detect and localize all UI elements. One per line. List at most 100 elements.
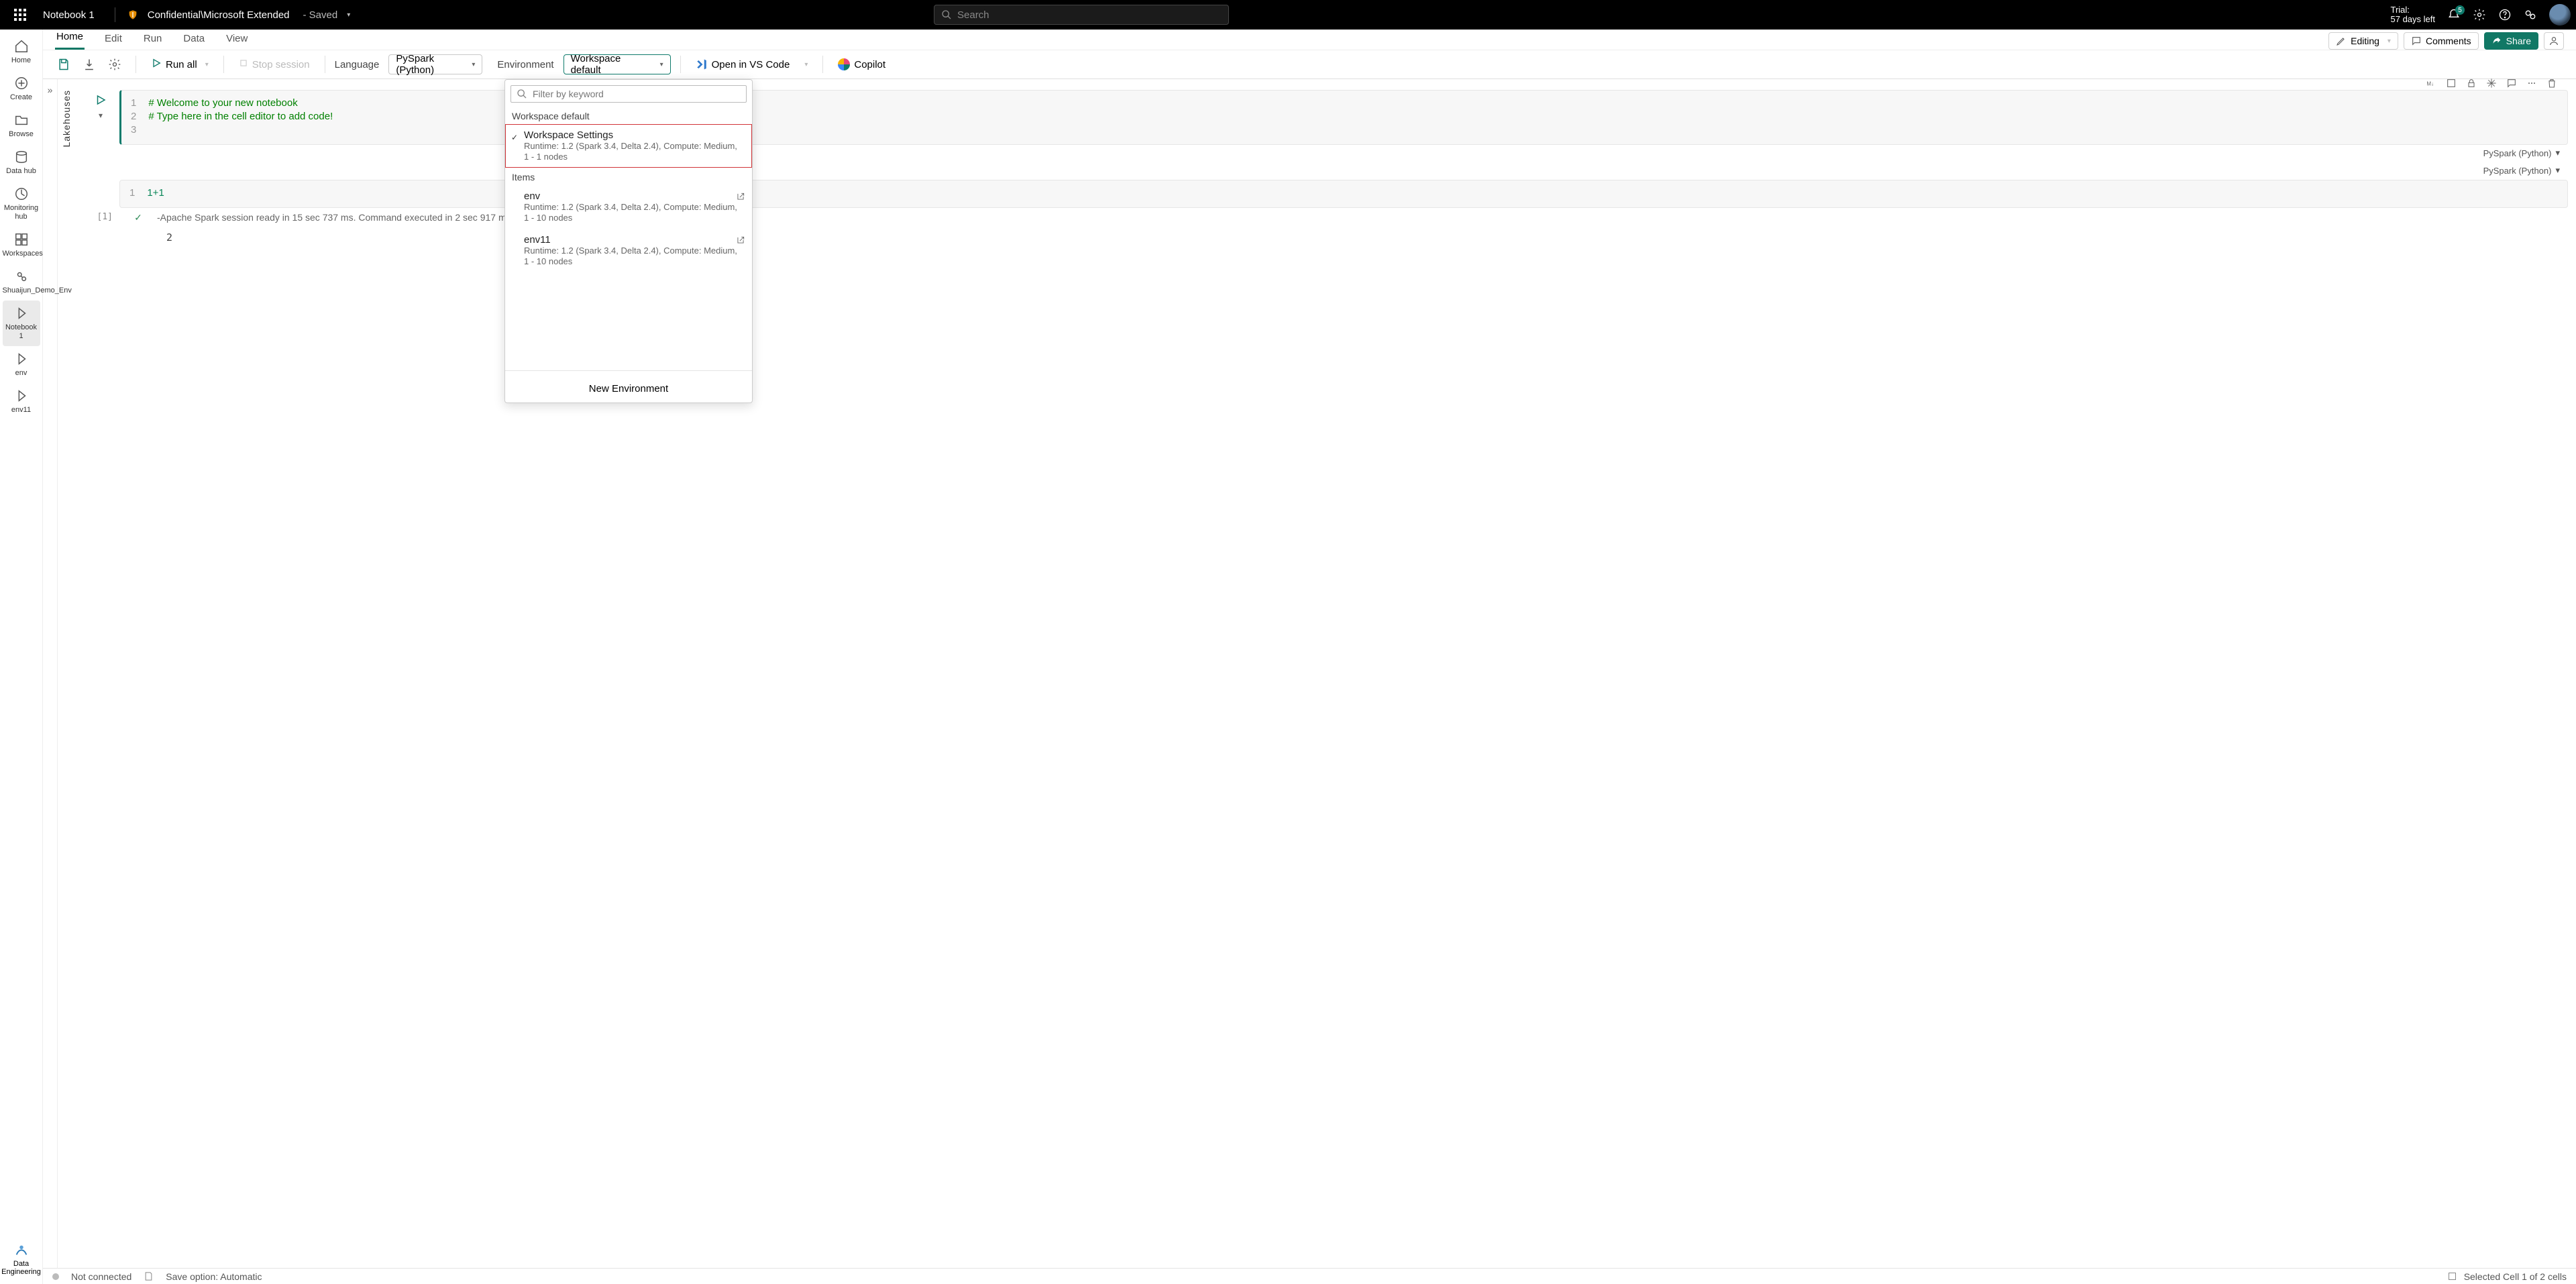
save-icon[interactable] <box>52 53 75 76</box>
rail-data-engineering[interactable]: Data Engineering <box>0 1242 42 1284</box>
notif-badge: 5 <box>2455 5 2465 15</box>
new-environment-button[interactable]: New Environment <box>505 375 752 403</box>
statusbar: Not connected Save option: Automatic Sel… <box>43 1268 2576 1284</box>
collapse-icon[interactable]: ▾ <box>99 111 103 120</box>
env-workspace-settings[interactable]: ✓ Workspace Settings Runtime: 1.2 (Spark… <box>505 124 752 168</box>
check-icon: ✓ <box>119 212 157 223</box>
code-editor[interactable]: 123 # Welcome to your new notebook # Typ… <box>119 90 2568 145</box>
save-option-status[interactable]: Save option: Automatic <box>166 1271 262 1282</box>
freeze-icon[interactable] <box>2482 74 2501 93</box>
comment-icon[interactable] <box>2502 74 2521 93</box>
help-icon[interactable] <box>2498 8 2512 21</box>
rail-demo-env[interactable]: Shuaijun_Demo_Env <box>3 264 40 301</box>
exec-count: [1] <box>82 212 119 222</box>
rail-workspaces[interactable]: Workspaces <box>3 227 40 264</box>
settings-gear-icon[interactable] <box>103 53 126 76</box>
env-item-title: env <box>524 191 744 202</box>
language-dropdown[interactable]: PySpark (Python) ▾ <box>388 54 482 74</box>
tab-view[interactable]: View <box>225 29 249 50</box>
search-icon <box>517 89 527 99</box>
cell-gutter: ▾ <box>82 90 119 145</box>
open-external-icon[interactable] <box>736 192 745 203</box>
output-text: 2 <box>157 227 182 248</box>
convert-icon[interactable] <box>2442 74 2461 93</box>
notebook-name[interactable]: Notebook 1 <box>43 9 103 21</box>
delete-icon[interactable] <box>2542 74 2561 93</box>
trial-status[interactable]: Trial: 57 days left <box>2391 5 2436 24</box>
env-item-env11[interactable]: env11 Runtime: 1.2 (Spark 3.4, Delta 2.4… <box>505 229 752 272</box>
cell-1[interactable]: M↓ ▾ 123 # Welcome to your <box>82 90 2568 145</box>
rail-env[interactable]: env <box>3 346 40 383</box>
env-group-items: Items <box>505 168 752 185</box>
env-filter-input[interactable]: Filter by keyword <box>511 85 747 103</box>
tab-run[interactable]: Run <box>142 29 164 50</box>
comments-label: Comments <box>2426 36 2471 46</box>
tab-edit[interactable]: Edit <box>103 29 123 50</box>
open-vscode-button[interactable]: Open in VS Code ▾ <box>690 56 814 73</box>
tab-data[interactable]: Data <box>182 29 206 50</box>
rail-data-hub[interactable]: Data hub <box>3 144 40 181</box>
chevron-down-icon[interactable]: ▾ <box>347 11 350 19</box>
markdown-icon[interactable]: M↓ <box>2422 74 2440 93</box>
cell-language-picker[interactable]: PySpark (Python) ▾ <box>2483 148 2560 158</box>
connection-status[interactable]: Not connected <box>71 1271 131 1282</box>
run-all-label: Run all <box>166 59 197 70</box>
rail-label: Create <box>10 93 32 101</box>
rail-label: Notebook 1 <box>5 323 37 340</box>
download-icon[interactable] <box>78 53 101 76</box>
run-cell-button[interactable] <box>95 94 107 109</box>
copilot-side-button[interactable] <box>2544 32 2564 50</box>
pencil-icon <box>2336 36 2347 46</box>
rail-home[interactable]: Home <box>3 34 40 70</box>
cell-gutter <box>82 180 119 208</box>
tab-home[interactable]: Home <box>55 27 85 50</box>
code-editor[interactable]: 1 1+1 <box>119 180 2568 208</box>
rail-browse[interactable]: Browse <box>3 107 40 144</box>
cell-2[interactable]: 1 1+1 [1] ✓ -Apache Spark session ready … <box>82 180 2568 248</box>
shield-icon <box>127 9 138 21</box>
rail-create[interactable]: Create <box>3 70 40 107</box>
selection-status[interactable]: Selected Cell 1 of 2 cells <box>2464 1271 2567 1282</box>
copilot-button[interactable]: Copilot <box>833 56 891 73</box>
comments-button[interactable]: Comments <box>2404 32 2479 50</box>
cell-language-picker[interactable]: PySpark (Python) ▾ <box>2483 165 2560 176</box>
env-item-title: Workspace Settings <box>524 129 744 141</box>
share-button[interactable]: Share <box>2484 32 2538 50</box>
search-input[interactable]: Search <box>934 5 1229 25</box>
feedback-icon[interactable] <box>2524 8 2537 21</box>
rail-label: Workspaces <box>3 250 43 258</box>
notifications-icon[interactable]: 5 <box>2447 8 2461 21</box>
sensitivity-label[interactable]: Confidential\Microsoft Extended <box>148 9 290 21</box>
lakehouses-tab[interactable]: Lakehouses <box>58 79 75 1268</box>
rail-env11[interactable]: env11 <box>3 383 40 420</box>
connection-dot-icon <box>52 1273 59 1280</box>
stop-session-label: Stop session <box>252 59 310 70</box>
editing-label: Editing <box>2351 36 2379 46</box>
chevron-down-icon: ▾ <box>205 61 209 68</box>
more-icon[interactable] <box>2522 74 2541 93</box>
lock-icon[interactable] <box>2462 74 2481 93</box>
execution-status: [1] ✓ -Apache Spark session ready in 15 … <box>82 212 2568 223</box>
editing-mode-button[interactable]: Editing ▾ <box>2328 32 2398 50</box>
run-all-button[interactable]: Run all ▾ <box>146 55 214 74</box>
separator <box>223 56 224 73</box>
left-rail: Home Create Browse Data hub Monitoring h… <box>0 30 43 1284</box>
app-launcher-icon[interactable] <box>11 5 30 24</box>
panel-expand-button[interactable]: » <box>43 79 58 1268</box>
rail-monitoring[interactable]: Monitoring hub <box>3 181 40 227</box>
settings-icon[interactable] <box>2473 8 2486 21</box>
stop-session-button: Stop session <box>233 56 315 73</box>
env-item-env[interactable]: env Runtime: 1.2 (Spark 3.4, Delta 2.4),… <box>505 185 752 229</box>
trial-line2: 57 days left <box>2391 15 2436 24</box>
avatar[interactable] <box>2549 4 2571 25</box>
environment-dropdown[interactable]: Workspace default ▾ <box>564 54 671 74</box>
open-external-icon[interactable] <box>736 235 745 247</box>
environment-panel: Filter by keyword Workspace default ✓ Wo… <box>504 79 753 403</box>
lakehouses-label: Lakehouses <box>61 90 72 148</box>
rail-notebook1[interactable]: Notebook 1 <box>3 301 40 346</box>
chevron-down-icon: ▾ <box>2555 165 2560 176</box>
env-item-subtitle: Runtime: 1.2 (Spark 3.4, Delta 2.4), Com… <box>524 141 744 162</box>
copilot-label: Copilot <box>854 59 885 70</box>
env-group-default: Workspace default <box>505 107 752 124</box>
person-icon <box>2548 36 2559 46</box>
